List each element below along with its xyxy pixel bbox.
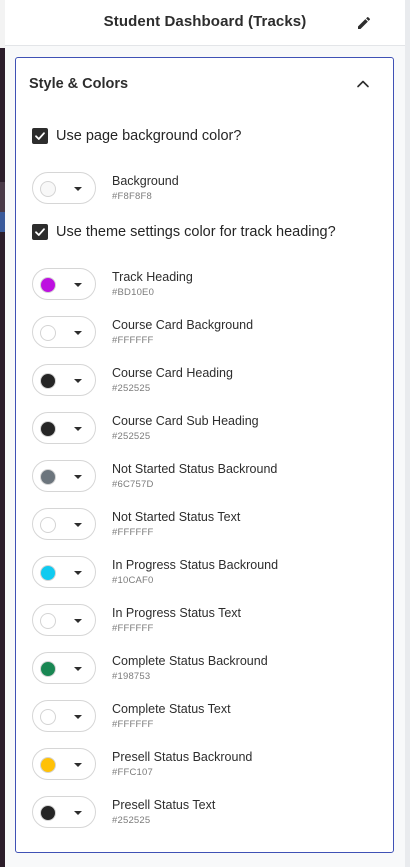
chevron-up-icon: [357, 80, 369, 88]
color-picker-background[interactable]: [32, 172, 96, 204]
right-edge-strip: [405, 0, 410, 867]
color-name: Not Started Status Text: [112, 510, 241, 524]
color-name: Course Card Background: [112, 318, 254, 332]
color-row: In Progress Status Backround #10CAF0: [32, 556, 372, 590]
color-picker[interactable]: [32, 796, 96, 828]
use-page-background-checkbox[interactable]: [32, 128, 48, 144]
color-hex: #252525: [112, 431, 151, 442]
color-picker[interactable]: [32, 700, 96, 732]
color-row: Course Card Sub Heading #252525: [32, 412, 372, 446]
caret-down-icon: [74, 763, 82, 767]
color-hex: #FFFFFF: [112, 335, 154, 346]
color-swatch: [40, 805, 56, 821]
color-row: Complete Status Backround #198753: [32, 652, 372, 686]
color-picker[interactable]: [32, 412, 96, 444]
color-hex: #252525: [112, 815, 151, 826]
color-hex: #FFFFFF: [112, 719, 154, 730]
caret-down-icon: [74, 619, 82, 623]
collapse-button[interactable]: [353, 74, 373, 94]
color-swatch: [40, 277, 56, 293]
use-theme-heading-option[interactable]: Use theme settings color for track headi…: [32, 224, 336, 240]
color-hex: #FFFFFF: [112, 623, 154, 634]
pencil-icon: [358, 16, 371, 29]
color-swatch: [40, 757, 56, 773]
color-swatch: [40, 517, 56, 533]
caret-down-icon: [74, 331, 82, 335]
panel-title: Student Dashboard (Tracks): [103, 13, 307, 30]
settings-panel: Student Dashboard (Tracks) Style & Color…: [5, 0, 405, 867]
color-swatch: [40, 565, 56, 581]
color-picker[interactable]: [32, 364, 96, 396]
panel-header: Student Dashboard (Tracks): [5, 0, 405, 46]
check-icon: [35, 132, 45, 140]
color-row: In Progress Status Text #FFFFFF: [32, 604, 372, 638]
caret-down-icon: [74, 667, 82, 671]
color-hex: #198753: [112, 671, 151, 682]
color-hex: #6C757D: [112, 479, 154, 490]
color-swatch: [40, 181, 56, 197]
color-hex: #FFC107: [112, 767, 154, 778]
use-theme-heading-label: Use theme settings color for track headi…: [56, 224, 336, 240]
color-name: Presell Status Backround: [112, 750, 253, 764]
color-name: Course Card Sub Heading: [112, 414, 259, 428]
color-picker[interactable]: [32, 316, 96, 348]
color-hex: #BD10E0: [112, 287, 155, 298]
color-name: Presell Status Text: [112, 798, 216, 812]
color-picker[interactable]: [32, 268, 96, 300]
color-swatch: [40, 469, 56, 485]
color-row: Not Started Status Text #FFFFFF: [32, 508, 372, 542]
color-name: Background: [112, 174, 179, 188]
caret-down-icon: [74, 523, 82, 527]
caret-down-icon: [74, 187, 82, 191]
color-row: Presell Status Backround #FFC107: [32, 748, 372, 782]
color-name: Course Card Heading: [112, 366, 233, 380]
color-name: In Progress Status Text: [112, 606, 241, 620]
color-name: Not Started Status Backround: [112, 462, 278, 476]
color-row: Course Card Heading #252525: [32, 364, 372, 398]
use-page-background-option[interactable]: Use page background color?: [32, 128, 241, 144]
section-header[interactable]: Style & Colors: [16, 58, 393, 110]
color-name: Track Heading: [112, 270, 193, 284]
color-name: Complete Status Text: [112, 702, 231, 716]
use-theme-heading-checkbox[interactable]: [32, 224, 48, 240]
color-picker[interactable]: [32, 460, 96, 492]
color-row: Not Started Status Backround #6C757D: [32, 460, 372, 494]
color-row: Presell Status Text #252525: [32, 796, 372, 830]
color-swatch: [40, 373, 56, 389]
section-title: Style & Colors: [29, 76, 129, 92]
check-icon: [35, 228, 45, 236]
color-swatch: [40, 325, 56, 341]
caret-down-icon: [74, 283, 82, 287]
color-swatch: [40, 709, 56, 725]
color-swatch: [40, 661, 56, 677]
color-name: Complete Status Backround: [112, 654, 268, 668]
color-hex: #FFFFFF: [112, 527, 154, 538]
caret-down-icon: [74, 811, 82, 815]
caret-down-icon: [74, 427, 82, 431]
color-swatch: [40, 613, 56, 629]
color-name: In Progress Status Backround: [112, 558, 279, 572]
caret-down-icon: [74, 379, 82, 383]
caret-down-icon: [74, 475, 82, 479]
color-picker[interactable]: [32, 556, 96, 588]
color-row: Track Heading #BD10E0: [32, 268, 372, 302]
caret-down-icon: [74, 571, 82, 575]
color-hex: #10CAF0: [112, 575, 154, 586]
color-picker[interactable]: [32, 748, 96, 780]
edit-button[interactable]: [353, 12, 375, 34]
color-picker[interactable]: [32, 652, 96, 684]
color-hex: #252525: [112, 383, 151, 394]
color-picker[interactable]: [32, 604, 96, 636]
style-colors-section: Style & Colors Use page background color…: [15, 57, 394, 853]
use-page-background-label: Use page background color?: [56, 128, 242, 144]
color-picker[interactable]: [32, 508, 96, 540]
caret-down-icon: [74, 715, 82, 719]
color-row-background: Background #F8F8F8: [32, 172, 372, 206]
color-swatch: [40, 421, 56, 437]
color-hex: #F8F8F8: [112, 191, 152, 202]
color-row: Complete Status Text #FFFFFF: [32, 700, 372, 734]
color-row: Course Card Background #FFFFFF: [32, 316, 372, 350]
